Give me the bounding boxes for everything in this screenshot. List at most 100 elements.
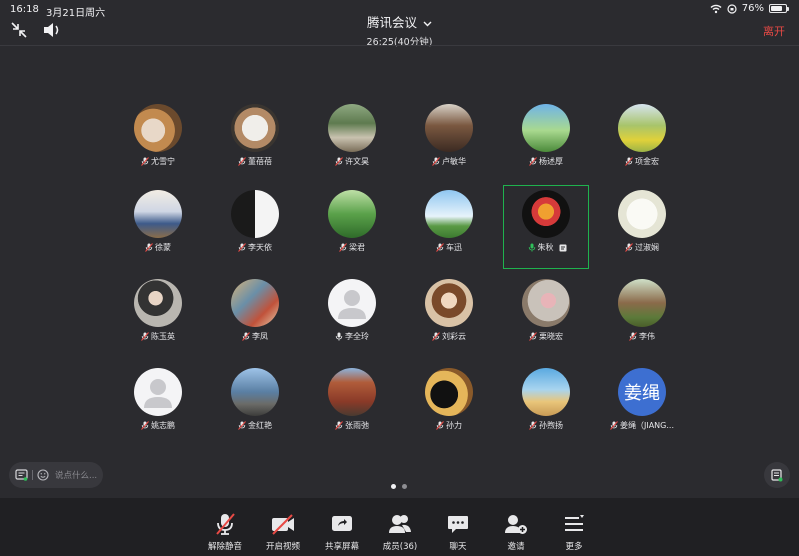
bottom-toolbar: 解除静音 开启视频 共享屏幕 成员(36) 聊天 邀请 更多 [0, 498, 799, 556]
page-dot-2[interactable] [402, 484, 407, 489]
camera-off-icon [272, 514, 294, 535]
participant-tile[interactable]: 过淑娴 [599, 185, 685, 269]
meeting-title[interactable]: 腾讯会议 [0, 12, 799, 31]
mic-muted-icon [335, 421, 343, 430]
participant-tile[interactable]: 刘彩云 [406, 274, 492, 358]
unmute-button[interactable]: 解除静音 [195, 512, 255, 552]
mic-muted-icon [432, 157, 440, 166]
members-button[interactable]: 成员(36) [370, 512, 430, 552]
document-icon [771, 468, 783, 481]
chat-icon [448, 516, 468, 533]
participant-tile[interactable]: 朱秋 [503, 185, 589, 269]
participant-name: 过淑娴 [635, 243, 659, 252]
avatar [328, 190, 376, 238]
participant-name-row: 车迅 [406, 242, 492, 253]
mic-muted-icon [625, 243, 633, 252]
mic-muted-icon [238, 157, 246, 166]
avatar [231, 104, 279, 152]
page-indicator[interactable] [391, 484, 407, 489]
participant-name: 金红艳 [248, 421, 272, 430]
mic-muted-icon [529, 332, 537, 341]
document-button[interactable] [764, 462, 790, 488]
participant-tile[interactable]: 车迅 [406, 185, 492, 269]
mic-muted-icon [238, 421, 246, 430]
invite-label: 邀请 [507, 542, 525, 552]
participant-name-row: 张雨弛 [309, 420, 395, 431]
battery-fill [771, 6, 782, 11]
avatar [231, 190, 279, 238]
participant-tile[interactable]: 卢敏华 [406, 99, 492, 183]
participant-tile[interactable]: 栗晓宏 [503, 274, 589, 358]
participant-name-row: 孙力 [406, 420, 492, 431]
participant-tile[interactable]: 姚志鹏 [115, 363, 201, 447]
participant-name: 张雨弛 [345, 421, 369, 430]
avatar [328, 368, 376, 416]
members-icon [389, 515, 411, 533]
participant-tile[interactable]: 项金宏 [599, 99, 685, 183]
chat-button[interactable]: 聊天 [428, 512, 488, 552]
participant-tile[interactable]: 徐蒙 [115, 185, 201, 269]
screen-share-icon [559, 244, 567, 252]
participant-name: 卢敏华 [442, 157, 466, 166]
page-dot-1[interactable] [391, 484, 396, 489]
participant-tile[interactable]: 李伟 [599, 274, 685, 358]
chat-placeholder: 说点什么... [55, 471, 98, 481]
chat-separator [32, 470, 33, 480]
mic-muted-icon [339, 243, 347, 252]
participant-name: 董蓓蓓 [248, 157, 272, 166]
avatar [134, 279, 182, 327]
participant-tile[interactable]: 许文昊 [309, 99, 395, 183]
invite-button[interactable]: 邀请 [486, 512, 546, 552]
participant-name-row: 姚志鹏 [115, 420, 201, 431]
participant-tile[interactable]: 孙煦扬 [503, 363, 589, 447]
participant-tile[interactable]: 李全玲 [309, 274, 395, 358]
mic-muted-icon [141, 421, 149, 430]
avatar [425, 104, 473, 152]
avatar [134, 368, 182, 416]
mic-muted-icon [529, 421, 537, 430]
share-screen-button[interactable]: 共享屏幕 [312, 512, 372, 552]
participant-tile[interactable]: 李天依 [212, 185, 298, 269]
more-button[interactable]: 更多 [544, 512, 604, 552]
participant-name: 许文昊 [345, 157, 369, 166]
participant-tile[interactable]: 董蓓蓓 [212, 99, 298, 183]
participant-name-row: 金红艳 [212, 420, 298, 431]
avatar [522, 368, 570, 416]
participant-tile[interactable]: 李凤 [212, 274, 298, 358]
participant-name-row: 李全玲 [309, 331, 395, 342]
avatar [522, 104, 570, 152]
participant-name: 尤雪宁 [151, 157, 175, 166]
mic-muted-icon [335, 157, 343, 166]
mic-muted-icon [436, 243, 444, 252]
avatar [618, 104, 666, 152]
video-button[interactable]: 开启视频 [253, 512, 313, 552]
participant-name: 栗晓宏 [539, 332, 563, 341]
mic-muted-icon [610, 421, 618, 430]
participant-name: 姜绳（JIANG... [619, 421, 674, 430]
participant-name-row: 许文昊 [309, 156, 395, 167]
participant-name-row: 董蓓蓓 [212, 156, 298, 167]
participant-tile[interactable]: 金红艳 [212, 363, 298, 447]
mic-muted-icon [141, 332, 149, 341]
avatar [522, 279, 570, 327]
participant-tile[interactable]: 杨述厚 [503, 99, 589, 183]
participant-name-row: 徐蒙 [115, 242, 201, 253]
participant-tile[interactable]: 张雨弛 [309, 363, 395, 447]
participant-name-row: 杨述厚 [503, 156, 589, 167]
leave-button[interactable]: 离开 [763, 23, 785, 39]
avatar [328, 279, 376, 327]
chat-input[interactable]: 说点什么... [9, 462, 103, 488]
chevron-down-icon [423, 15, 432, 30]
participant-name-row: 尤雪宁 [115, 156, 201, 167]
participant-tile[interactable]: 姜绳 姜绳（JIANG... [599, 363, 685, 447]
participant-tile[interactable]: 尤雪宁 [115, 99, 201, 183]
chat-list-icon[interactable] [15, 469, 28, 481]
participant-name: 项金宏 [635, 157, 659, 166]
title-bar: 腾讯会议 26:25(40分钟) [0, 12, 799, 48]
emoji-icon[interactable] [37, 469, 49, 481]
participant-tile[interactable]: 陈玉英 [115, 274, 201, 358]
avatar [425, 368, 473, 416]
participant-tile[interactable]: 梁君 [309, 185, 395, 269]
participant-name: 朱秋 [537, 243, 554, 252]
participant-tile[interactable]: 孙力 [406, 363, 492, 447]
